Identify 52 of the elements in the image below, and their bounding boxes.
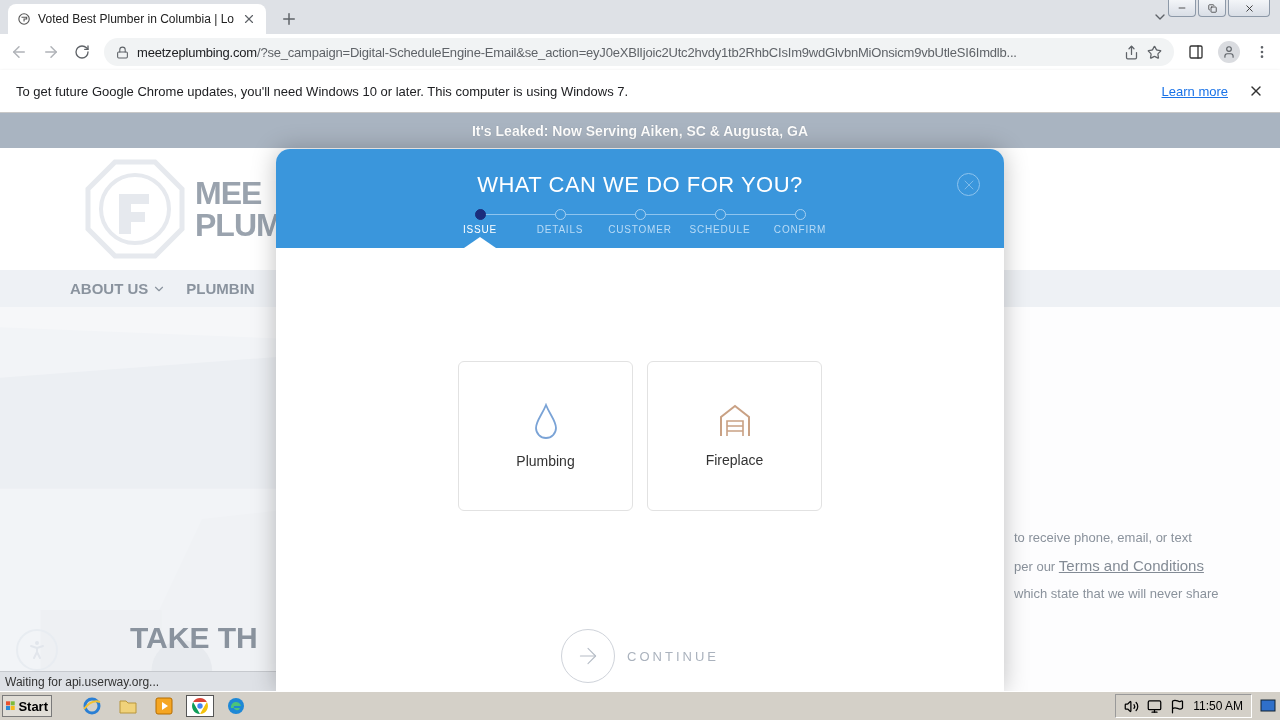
minimize-button[interactable]	[1168, 0, 1196, 17]
terms-link[interactable]: Terms and Conditions	[1058, 557, 1204, 574]
service-option[interactable]: Plumbing	[458, 361, 633, 511]
address-bar[interactable]: meetzeplumbing.com/?se_campaign=Digital-ScheduleEngine-Email&se_action=eyJ0eXBlIjoic2Utc2hvdy1tb2RhbCIsIm9wdGlvbnMiOnsicm9vbUtleSI6Imdlb...	[104, 38, 1174, 66]
consent-text: which state that we will never share	[1014, 586, 1220, 601]
edge-icon	[227, 697, 245, 715]
folder-icon	[119, 698, 137, 714]
new-tab-icon[interactable]	[280, 10, 298, 28]
reload-icon[interactable]	[74, 44, 90, 60]
step-pointer	[464, 237, 496, 248]
star-icon[interactable]	[1147, 44, 1162, 60]
dialog-title: WHAT CAN WE DO FOR YOU?	[477, 172, 803, 198]
service-option[interactable]: Fireplace	[647, 361, 822, 511]
globe-icon	[18, 12, 31, 26]
flag-icon[interactable]	[1170, 698, 1186, 714]
taskbar-app[interactable]	[186, 695, 214, 717]
windows-logo-icon	[6, 699, 16, 713]
browser-tab[interactable]: Voted Best Plumber in Columbia | Lo	[8, 4, 266, 34]
close-icon	[1243, 2, 1255, 14]
learn-more-link[interactable]: Learn more	[1161, 83, 1228, 99]
announcement-text: It's Leaked: Now Serving Aiken, SC & Augusta, GA	[472, 122, 808, 139]
url-text: meetzeplumbing.com/?se_campaign=Digital-ScheduleEngine-Email&se_action=eyJ0eXBlIjoic2Utc2hvdy1tb2RhbCIsIm9wdGlvbnMiOnsicm9vbUtleSI6Imdlb...	[137, 44, 1018, 60]
step-label: DETAILS	[536, 224, 584, 235]
share-icon[interactable]	[1124, 44, 1139, 60]
lock-icon	[116, 45, 129, 59]
water-drop-icon	[533, 403, 558, 439]
clock: 11:50 AM	[1193, 699, 1243, 713]
close-icon[interactable]	[242, 12, 256, 26]
house-icon	[718, 404, 751, 438]
start-button[interactable]: Start	[2, 695, 52, 717]
hero-heading: TAKE TH	[130, 621, 258, 655]
profile-icon[interactable]	[1218, 41, 1240, 63]
speaker-icon[interactable]	[1124, 698, 1140, 714]
browser-e-icon	[83, 697, 101, 715]
network-icon[interactable]	[1147, 698, 1163, 714]
restore-icon	[1207, 3, 1217, 13]
update-message: To get future Google Chrome updates, you'll need Windows 10 or later. This computer is using Windows 7.	[16, 83, 630, 99]
consent-text: to receive phone, email, or text	[1014, 530, 1193, 545]
logo-badge-icon	[85, 159, 185, 260]
tab-title: Voted Best Plumber in Columbia | Lo	[38, 12, 234, 26]
step-label: CUSTOMER	[608, 224, 672, 235]
consent-text: per our Terms and Conditions	[1014, 557, 1205, 574]
step-label: ISSUE	[463, 224, 497, 235]
restore-button[interactable]	[1198, 0, 1226, 17]
logo-text: MEE	[195, 177, 263, 210]
show-desktop-icon[interactable]	[1260, 699, 1276, 713]
side-panel-icon[interactable]	[1188, 44, 1204, 60]
chrome-icon	[191, 697, 209, 715]
close-button[interactable]	[1228, 0, 1270, 17]
play-icon	[155, 697, 173, 715]
step-label: CONFIRM	[773, 224, 827, 235]
step-label: SCHEDULE	[689, 224, 751, 235]
